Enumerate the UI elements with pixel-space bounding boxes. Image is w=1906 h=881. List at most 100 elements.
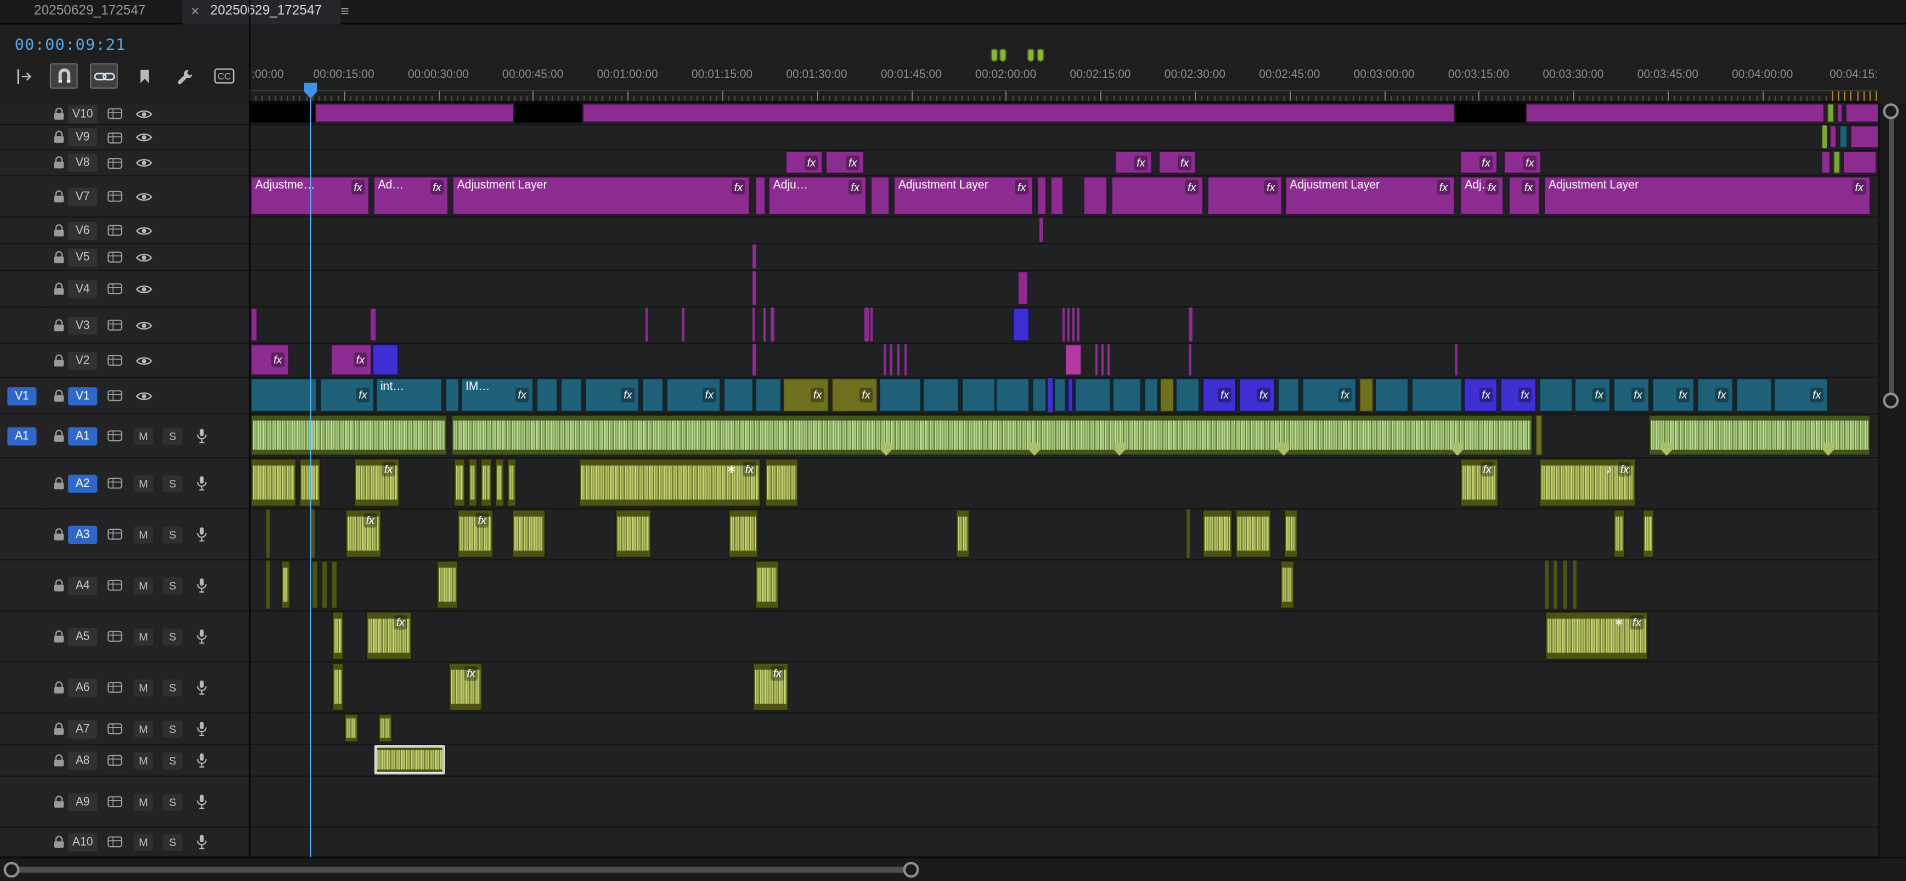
track-lock-icon[interactable] [49,154,68,171]
toggle-track-output-icon[interactable] [134,222,153,239]
sync-lock-icon[interactable] [105,679,124,696]
track-lock-icon[interactable] [49,427,68,444]
track-lock-icon[interactable] [49,833,68,850]
source-patch-v1[interactable]: V1 [7,387,36,405]
clip[interactable] [884,344,886,376]
sync-lock-icon[interactable] [105,628,124,645]
clip[interactable] [1144,378,1159,412]
clip[interactable]: Adj…fx [1460,176,1504,215]
clip[interactable] [1037,176,1047,215]
toggle-track-output-icon[interactable] [134,317,153,334]
clip[interactable]: Adjustment Layerfx [1285,176,1455,215]
add-marker-button[interactable] [130,63,158,89]
mute-button[interactable]: M [134,720,153,737]
sync-lock-icon[interactable] [105,475,124,492]
track-name-a5[interactable]: A5 [68,627,97,645]
clip[interactable] [1175,378,1199,412]
track-lock-icon[interactable] [49,188,68,205]
clip[interactable] [645,308,647,342]
clip[interactable] [1563,560,1567,609]
clip[interactable] [752,344,756,376]
solo-button[interactable]: S [163,679,182,696]
clip[interactable] [1539,378,1573,412]
track-name-v7[interactable]: V7 [68,187,97,205]
clip[interactable]: fx [1500,378,1536,412]
clip[interactable] [1077,308,1079,342]
clip[interactable]: ♪fx [1539,458,1636,507]
voiceover-record-icon[interactable] [192,628,211,645]
clip[interactable] [266,509,270,558]
track-name-v8[interactable]: V8 [68,154,97,172]
clip[interactable] [1101,344,1103,376]
track-lock-icon[interactable] [49,317,68,334]
track-lock-icon[interactable] [49,249,68,266]
track-lock-icon[interactable] [49,679,68,696]
clip[interactable] [321,560,328,609]
clip[interactable]: fx [331,344,372,376]
clip[interactable]: fx [1460,458,1499,507]
clip[interactable]: fx [345,509,381,558]
clip[interactable]: fx [1464,378,1498,412]
clip[interactable] [879,378,922,412]
track-name-a1[interactable]: A1 [68,427,97,445]
clip[interactable] [1235,509,1271,558]
solo-button[interactable]: S [163,475,182,492]
clip[interactable]: fx [457,509,493,558]
clip[interactable] [1062,308,1064,342]
clip[interactable]: ∗fx [579,458,761,507]
mute-button[interactable]: M [134,427,153,444]
horizontal-scrollbar-thumb[interactable] [12,867,912,873]
voiceover-record-icon[interactable] [192,526,211,543]
track-lock-icon[interactable] [49,105,68,122]
solo-button[interactable]: S [163,833,182,850]
toggle-track-output-icon[interactable] [134,105,153,122]
clip[interactable] [1375,378,1409,412]
clip[interactable]: fx [1652,378,1695,412]
clip[interactable]: IM…fx [461,378,534,412]
snap-button[interactable] [50,63,78,89]
mute-button[interactable]: M [134,526,153,543]
clip[interactable]: fx [1509,176,1541,215]
scroll-handle-top[interactable] [1883,103,1899,119]
clip[interactable]: fx [250,344,289,376]
clip[interactable] [771,308,775,342]
clip[interactable]: Adju…fx [768,176,866,215]
clip[interactable] [1359,378,1374,412]
track-lock-icon[interactable] [49,793,68,810]
clip[interactable] [1278,378,1300,412]
mute-button[interactable]: M [134,475,153,492]
clip[interactable] [962,378,996,412]
track-name-v1[interactable]: V1 [68,387,97,405]
clip[interactable] [642,378,664,412]
track-lock-icon[interactable] [49,387,68,404]
solo-button[interactable]: S [163,720,182,737]
clip[interactable] [864,308,869,342]
track-lock-icon[interactable] [49,526,68,543]
clip[interactable]: fx [666,378,721,412]
track-lock-icon[interactable] [49,577,68,594]
clip[interactable] [250,103,314,122]
sequence-marker-icon[interactable] [1027,49,1034,62]
clip[interactable] [344,714,359,743]
track-name-a8[interactable]: A8 [68,751,97,769]
clip[interactable] [1455,344,1457,376]
toggle-track-output-icon[interactable] [134,387,153,404]
clip[interactable] [436,560,458,609]
voiceover-record-icon[interactable] [192,475,211,492]
clip[interactable] [1065,344,1082,376]
scroll-handle-bottom[interactable] [1883,393,1899,409]
mute-button[interactable]: M [134,793,153,810]
clip[interactable] [1189,344,1191,376]
clip[interactable] [495,458,505,507]
clip[interactable] [451,415,1533,456]
clip[interactable] [752,244,756,268]
clip[interactable] [904,344,906,376]
clip[interactable] [468,458,478,507]
clip[interactable] [250,458,296,507]
clip[interactable]: fx [1460,151,1498,174]
clip[interactable]: fx [1613,378,1649,412]
track-name-a4[interactable]: A4 [68,576,97,594]
voiceover-record-icon[interactable] [192,752,211,769]
solo-button[interactable]: S [163,628,182,645]
clip[interactable] [250,415,447,456]
